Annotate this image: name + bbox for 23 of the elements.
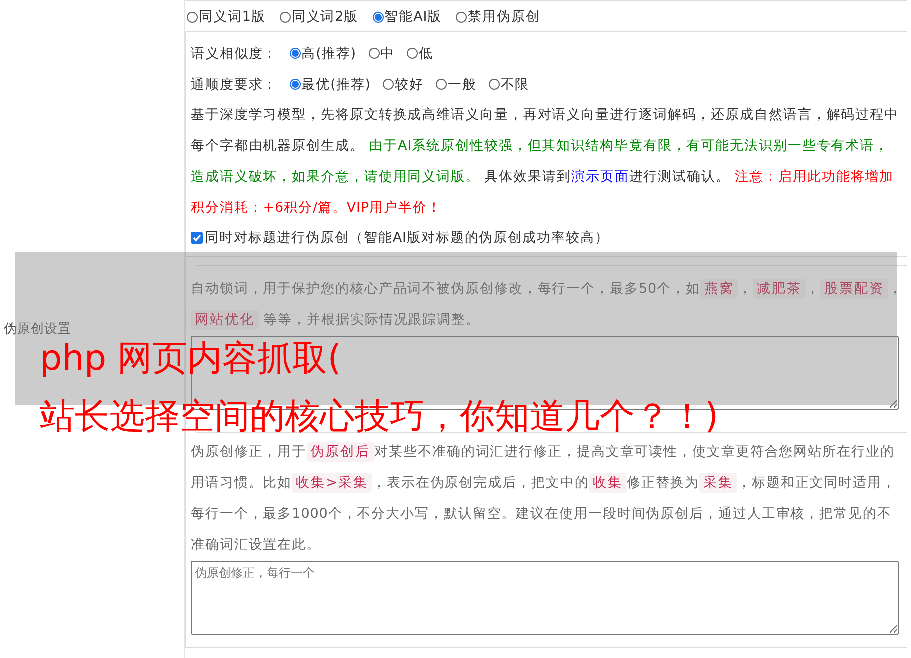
lock-words-description: 自动锁词，用于保护您的核心产品词不被伪原创修改，每行一个，最多50个，如 燕窝 ， 减肥茶 ， 股票配资 ， 网站优化 等等，并根据实际情况跟踪调整。: [191, 278, 904, 332]
radio-option[interactable]: 高(推荐): [290, 44, 356, 62]
banner-title: 站长选择空间的核心技巧，你知道几个？！): [40, 397, 719, 437]
radio-option[interactable]: 一般: [436, 76, 477, 94]
demo-page-link[interactable]: 演示页面: [571, 169, 630, 185]
field-label: 通顺度要求：: [191, 76, 278, 94]
banner-title: php 网页内容抓取(: [40, 339, 342, 379]
radio-option[interactable]: 同义词2版: [280, 8, 359, 26]
radio-option[interactable]: 最优(推荐): [290, 76, 371, 94]
radio-option[interactable]: 中: [368, 44, 395, 62]
radio-option[interactable]: 低: [406, 44, 434, 62]
radio-option[interactable]: 智能AI版: [372, 8, 442, 26]
radio-option[interactable]: 不限: [488, 76, 530, 94]
radio-option[interactable]: 禁用伪原创: [456, 8, 540, 26]
radio-option[interactable]: 较好: [382, 76, 424, 94]
correction-field[interactable]: 伪原创修正，每行一个: [191, 561, 899, 635]
description-text: 基于深度学习模型，先将原文转换成高维语义向量，再对语义向量进行逐词解码，还原成自然语言，解码过程中每个字都由机器原创生成。 由于AI系统原创性较强，但其知识结构毕竟有限，有可能无法识别一些专有术语，造成语义破坏，如果介意，请使用同义词版。 具体效果请到演示页面进行测试确认。 注意：启用此功能将增加积分消耗：+6积分/篇。VIP用户半价！: [191, 106, 900, 218]
field-label: 语义相似度：: [191, 44, 278, 62]
section-label: 伪原创设置: [4, 321, 72, 338]
correction-description: 伪原创修正，用于 伪原创后 对某些不准确的词汇进行修正，提高文章可读性，使文章更符合您网站所在行业的用语习惯。比如 收集>采集 ，表示在伪原创完成后，把文中的 收集 修正替换为 采集 ，标题和正文同时适用，每行一个，最多1000个，不分大小写，默认留空。建议在使用一段时间伪原创后，通过人工审核，把常见的不准确词汇设置在此。: [191, 441, 898, 555]
checkmark-icon: [192, 233, 202, 243]
title-checkbox[interactable]: 同时对标题进行伪原创（智能AI版对标题的伪原创成功率较高）: [191, 224, 907, 252]
radio-option[interactable]: 同义词1版: [187, 8, 266, 26]
